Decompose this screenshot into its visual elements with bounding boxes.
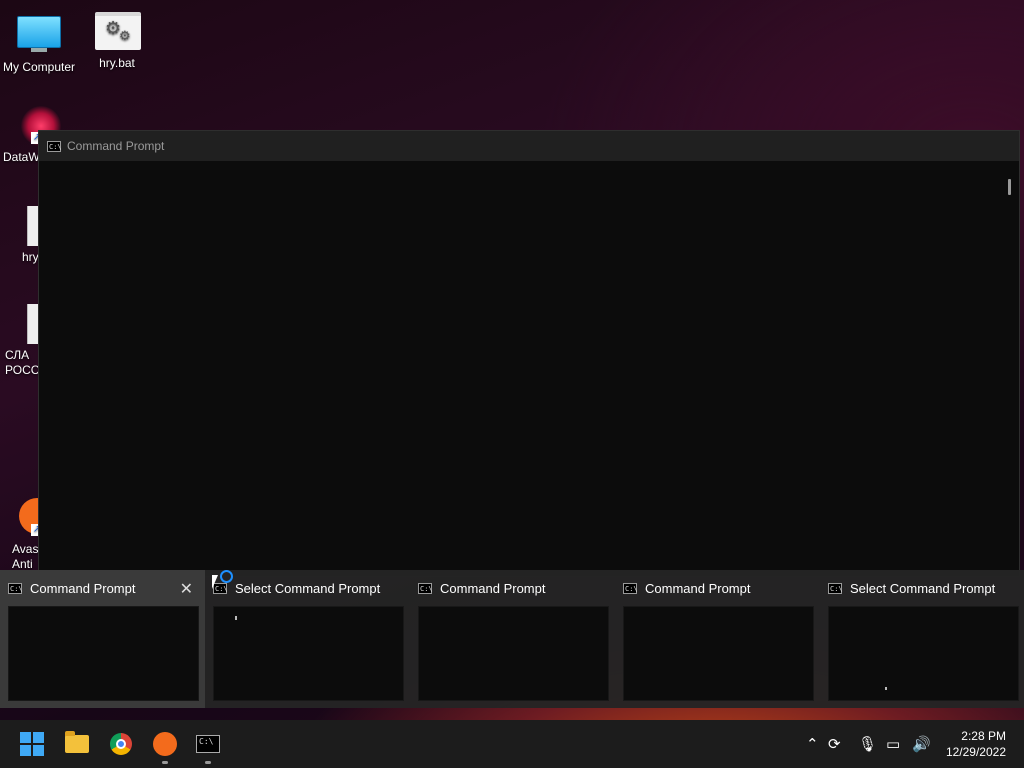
taskbar-thumbnail-strip: C:\ Command Prompt ✕ C:\ Select Command … (0, 570, 1024, 708)
desktop-icon-my-computer[interactable]: My Computer (0, 10, 78, 74)
volume-button[interactable]: 🔊 (912, 720, 931, 768)
avast-icon (153, 732, 177, 756)
file-explorer-icon (65, 731, 89, 753)
desktop-icon-hry-bat[interactable]: ⚙ ⚙ hry.bat (78, 10, 156, 70)
network-icon: ▭ (886, 736, 901, 753)
cmd-icon: C:\ (828, 582, 843, 594)
text-cursor (235, 616, 237, 620)
desktop-icon-label: hry.bat (99, 56, 135, 70)
cmd-icon: C:\ (418, 582, 433, 594)
thumbnail-preview (8, 606, 199, 701)
clock[interactable]: 2:28 PM 12/29/2022 (946, 728, 1006, 760)
command-prompt-window[interactable]: C:\ Command Prompt (38, 130, 1020, 577)
thumbnail-preview (213, 606, 404, 701)
cmd-icon: C:\ (8, 582, 23, 594)
window-title: Command Prompt (67, 139, 165, 153)
busy-indicator-icon (220, 570, 233, 583)
desktop-icon-label: My Computer (2, 60, 76, 74)
window-thumbnail[interactable]: C:\ Select Command Prompt (205, 570, 410, 708)
text-cursor (885, 687, 887, 690)
thumbnail-title: Select Command Prompt (850, 580, 996, 596)
thumbnail-title: Command Prompt (440, 580, 546, 596)
avast-button[interactable] (149, 728, 181, 764)
microphone-button[interactable]: 🎙 (858, 720, 877, 768)
show-hidden-icons-button[interactable]: ⌃ (806, 720, 819, 768)
running-indicator (205, 761, 211, 764)
thumbnail-preview (828, 606, 1019, 701)
command-prompt-button[interactable]: C:\ (192, 728, 224, 764)
thumbnail-preview (418, 606, 609, 701)
batch-file-icon: ⚙ ⚙ (95, 12, 141, 52)
computer-icon (17, 16, 61, 56)
mouse-pointer-icon (212, 575, 218, 589)
window-thumbnail[interactable]: C:\ Command Prompt (410, 570, 615, 708)
microphone-icon: 🎙 (858, 736, 878, 753)
windows-start-icon (20, 732, 44, 756)
thumbnail-preview (623, 606, 814, 701)
taskbar: C:\ ⌃ ⟳ 🎙 ▭ 🔊 2:28 PM 12/29/2022 (0, 720, 1024, 768)
clock-date: 12/29/2022 (945, 745, 1006, 759)
thumbnail-title: Command Prompt (645, 580, 751, 596)
window-thumbnail[interactable]: C:\ Command Prompt ✕ (0, 570, 205, 708)
thumbnail-title: Command Prompt (30, 580, 136, 596)
close-icon[interactable]: ✕ (180, 579, 193, 599)
clock-time: 2:28 PM (961, 729, 1006, 743)
cmd-icon: C:\ (47, 140, 62, 152)
file-explorer-button[interactable] (61, 728, 93, 760)
sync-button[interactable]: ⟳ (828, 720, 841, 768)
window-thumbnail[interactable]: C:\ Command Prompt (615, 570, 820, 708)
start-button[interactable] (16, 728, 48, 760)
scrollbar-thumb[interactable] (1008, 179, 1011, 195)
window-thumbnail[interactable]: C:\ Select Command Prompt (820, 570, 1024, 708)
command-prompt-icon: C:\ (196, 735, 220, 753)
chrome-button[interactable] (105, 728, 137, 760)
chrome-icon (110, 733, 132, 755)
window-titlebar[interactable]: C:\ Command Prompt (39, 131, 1019, 161)
chevron-up-icon: ⌃ (806, 736, 819, 753)
cmd-icon: C:\ (623, 582, 638, 594)
network-button[interactable]: ▭ (886, 720, 900, 768)
running-indicator (162, 761, 168, 764)
sync-icon: ⟳ (828, 736, 841, 753)
speaker-icon: 🔊 (912, 736, 931, 753)
thumbnail-title: Select Command Prompt (235, 580, 381, 596)
